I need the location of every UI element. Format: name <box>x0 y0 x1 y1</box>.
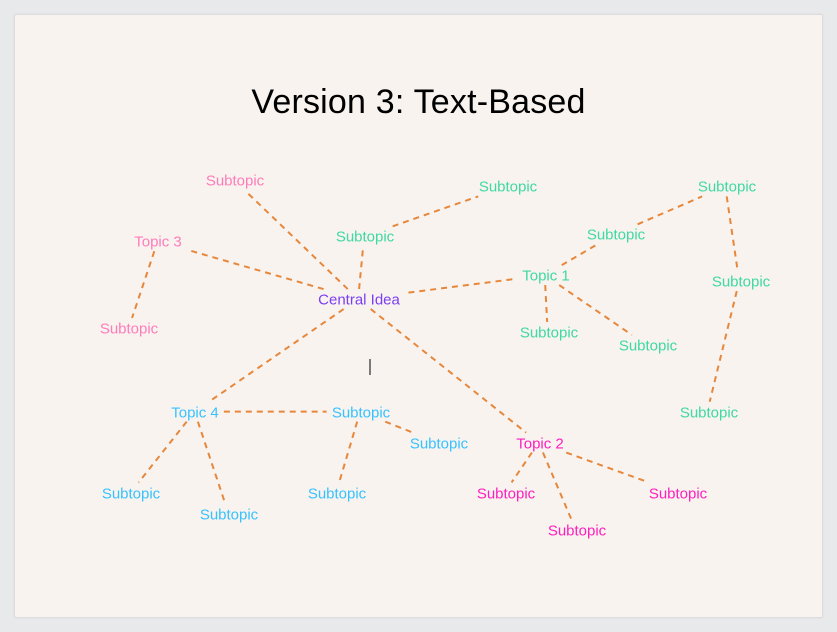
node-topic3[interactable]: Topic 3 <box>130 234 186 251</box>
node-central[interactable]: Central Idea <box>314 292 404 309</box>
node-t1_sg[interactable]: Subtopic <box>676 405 742 422</box>
node-t1_sf[interactable]: Subtopic <box>615 338 681 355</box>
node-t1_sh[interactable]: Subtopic <box>332 229 398 246</box>
node-t2_sb[interactable]: Subtopic <box>544 523 610 540</box>
node-t1_sc[interactable]: Subtopic <box>694 179 760 196</box>
node-t1_sb[interactable]: Subtopic <box>583 227 649 244</box>
node-t2_sc[interactable]: Subtopic <box>645 486 711 503</box>
node-t4_sa[interactable]: Subtopic <box>328 405 394 422</box>
node-topic2[interactable]: Topic 2 <box>512 436 568 453</box>
diagram-canvas: Version 3: Text-Based Central IdeaTopic … <box>14 14 823 618</box>
node-t1_sa[interactable]: Subtopic <box>475 179 541 196</box>
node-t4_sc[interactable]: Subtopic <box>304 486 370 503</box>
node-t4_sb[interactable]: Subtopic <box>406 436 472 453</box>
node-t4_se[interactable]: Subtopic <box>98 486 164 503</box>
node-t3_sb[interactable]: Subtopic <box>96 321 162 338</box>
node-layer: Central Idea Topic 1 Subtopic Subtopic Subto… <box>15 15 822 617</box>
node-topic4[interactable]: Topic 4 <box>167 405 223 422</box>
node-t1_sd[interactable]: Subtopic <box>708 274 774 291</box>
node-t3_sa[interactable]: Subtopic <box>202 173 268 190</box>
node-t2_sa[interactable]: Subtopic <box>473 486 539 503</box>
node-t4_sd[interactable]: Subtopic <box>196 507 262 524</box>
text-cursor <box>370 359 371 375</box>
node-topic1[interactable]: Topic 1 <box>518 268 574 285</box>
node-t1_se[interactable]: Subtopic <box>516 325 582 342</box>
